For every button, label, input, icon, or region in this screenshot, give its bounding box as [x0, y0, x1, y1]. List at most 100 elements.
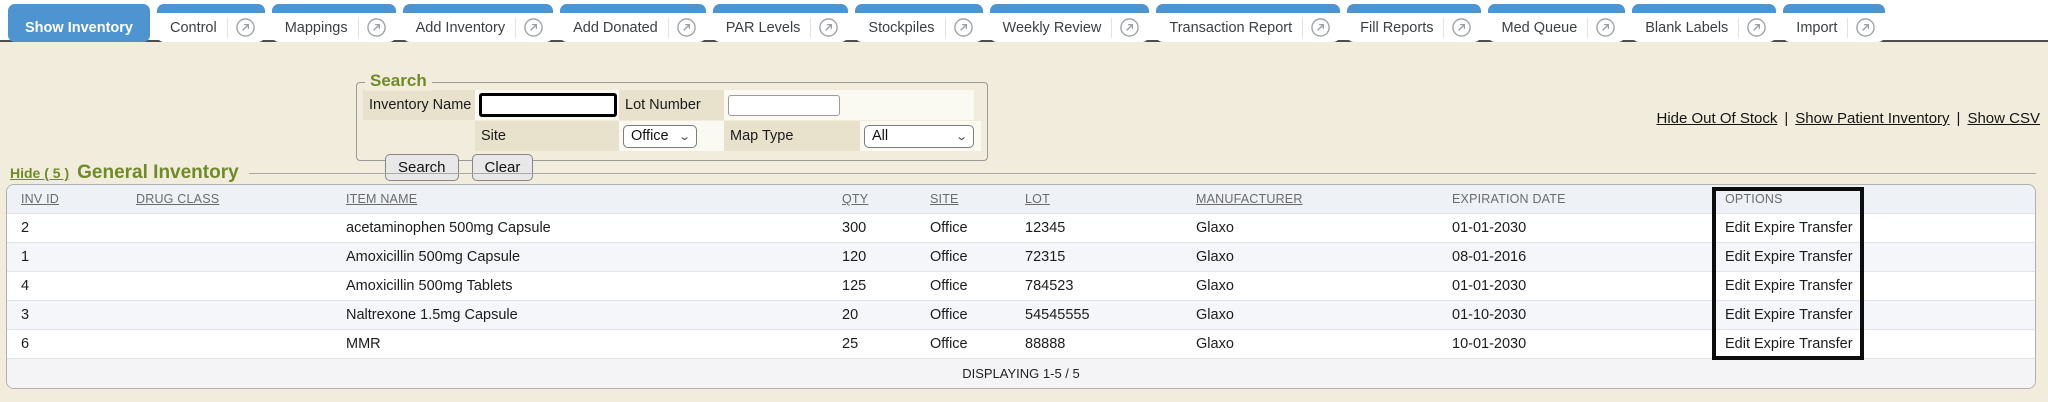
cell-options: EditExpireTransfer	[1711, 329, 1867, 358]
cell-filler	[1867, 242, 2035, 271]
tab-show-inventory[interactable]: Show Inventory	[8, 4, 150, 42]
cell-filler	[1867, 271, 2035, 300]
tab-stockpiles[interactable]: Stockpiles	[855, 4, 982, 42]
edit-link[interactable]: Edit	[1725, 307, 1750, 323]
site-select[interactable]: Office ⌄	[623, 125, 697, 148]
tab-label: Add Donated	[569, 20, 662, 36]
open-new-window-icon[interactable]	[1310, 17, 1331, 38]
tab-control[interactable]: Control	[157, 4, 265, 42]
site-selected-value: Office	[631, 128, 669, 144]
cell-filler	[1867, 213, 2035, 242]
col-qty[interactable]: QTY	[828, 185, 916, 213]
tab-transaction-report[interactable]: Transaction Report	[1156, 4, 1340, 42]
cell-manufacturer: Glaxo	[1182, 213, 1438, 242]
open-new-window-icon[interactable]	[523, 17, 544, 38]
tab-divider	[1847, 18, 1848, 38]
cell-drug-class	[122, 329, 332, 358]
open-new-window-icon[interactable]	[366, 17, 387, 38]
expire-link[interactable]: Expire	[1754, 249, 1795, 265]
general-inventory-section: Hide ( 5 ) General Inventory INV ID DRUG…	[6, 162, 2036, 389]
col-drug-class[interactable]: DRUG CLASS	[122, 185, 332, 213]
show-csv-link[interactable]: Show CSV	[1967, 110, 2040, 127]
cell-lot: 12345	[1011, 213, 1182, 242]
edit-link[interactable]: Edit	[1725, 336, 1750, 352]
transfer-link[interactable]: Transfer	[1799, 278, 1852, 294]
open-new-window-icon[interactable]	[818, 17, 839, 38]
table-row: 3 Naltrexone 1.5mg Capsule 20 Office 545…	[7, 300, 2035, 329]
expire-link[interactable]: Expire	[1754, 307, 1795, 323]
page-content: Search Inventory Name Lot Number Site Of…	[0, 42, 2048, 402]
col-inv-id[interactable]: INV ID	[7, 185, 122, 213]
open-new-window-icon[interactable]	[953, 17, 974, 38]
tab-label: Fill Reports	[1356, 20, 1437, 36]
transfer-link[interactable]: Transfer	[1799, 307, 1852, 323]
tab-divider	[358, 18, 359, 38]
tab-top-accent	[990, 4, 1150, 13]
expire-link[interactable]: Expire	[1754, 220, 1795, 236]
show-patient-inventory-link[interactable]: Show Patient Inventory	[1795, 110, 1949, 127]
tab-fill-reports[interactable]: Fill Reports	[1347, 4, 1481, 42]
lot-number-input[interactable]	[728, 95, 840, 116]
tab-par-levels[interactable]: PAR Levels	[713, 4, 849, 42]
cell-drug-class	[122, 271, 332, 300]
edit-link[interactable]: Edit	[1725, 249, 1750, 265]
tab-top-accent	[1783, 4, 1885, 13]
open-new-window-icon[interactable]	[235, 17, 256, 38]
open-new-window-icon[interactable]	[1451, 17, 1472, 38]
inventory-name-label: Inventory Name	[363, 90, 475, 120]
col-lot[interactable]: LOT	[1011, 185, 1182, 213]
edit-link[interactable]: Edit	[1725, 278, 1750, 294]
tab-label: Show Inventory	[17, 20, 141, 36]
tab-label: Import	[1792, 20, 1841, 36]
tab-add-inventory[interactable]: Add Inventory	[403, 4, 553, 42]
expire-link[interactable]: Expire	[1754, 278, 1795, 294]
open-new-window-icon[interactable]	[1746, 17, 1767, 38]
tab-divider	[1302, 18, 1303, 38]
cell-expiration: 01-01-2030	[1438, 213, 1711, 242]
tab-weekly-review[interactable]: Weekly Review	[990, 4, 1150, 42]
tab-divider	[515, 18, 516, 38]
open-new-window-icon[interactable]	[1855, 17, 1876, 38]
col-item-name[interactable]: ITEM NAME	[332, 185, 828, 213]
tab-import[interactable]: Import	[1783, 4, 1885, 42]
tab-top-accent	[560, 4, 706, 13]
open-new-window-icon[interactable]	[1119, 17, 1140, 38]
cell-options: EditExpireTransfer	[1711, 213, 1867, 242]
tab-divider	[1738, 18, 1739, 38]
tab-med-queue[interactable]: Med Queue	[1488, 4, 1625, 42]
cell-options: EditExpireTransfer	[1711, 271, 1867, 300]
tab-top-accent	[403, 4, 553, 13]
tab-label: Blank Labels	[1641, 20, 1732, 36]
open-new-window-icon[interactable]	[1595, 17, 1616, 38]
expire-link[interactable]: Expire	[1754, 336, 1795, 352]
col-site[interactable]: SITE	[916, 185, 1011, 213]
cell-site: Office	[916, 242, 1011, 271]
tab-divider	[1111, 18, 1112, 38]
cell-inv-id: 3	[7, 300, 122, 329]
tab-add-donated[interactable]: Add Donated	[560, 4, 706, 42]
edit-link[interactable]: Edit	[1725, 220, 1750, 236]
open-new-window-icon[interactable]	[676, 17, 697, 38]
inventory-name-input[interactable]	[479, 93, 617, 117]
search-panel: Search Inventory Name Lot Number Site Of…	[356, 82, 988, 161]
site-label: Site	[475, 121, 619, 151]
tab-label: Mappings	[281, 20, 352, 36]
cell-site: Office	[916, 300, 1011, 329]
map-type-select[interactable]: All ⌄	[864, 125, 974, 148]
tab-divider	[1443, 18, 1444, 38]
tab-mappings[interactable]: Mappings	[272, 4, 396, 42]
transfer-link[interactable]: Transfer	[1799, 249, 1852, 265]
cell-manufacturer: Glaxo	[1182, 329, 1438, 358]
col-manufacturer[interactable]: MANUFACTURER	[1182, 185, 1438, 213]
tab-top-accent	[713, 4, 849, 13]
hide-section-link[interactable]: Hide ( 5 )	[10, 165, 69, 181]
paging-status: DISPLAYING 1-5 / 5	[7, 358, 2035, 388]
col-options: OPTIONS	[1711, 185, 1867, 213]
cell-site: Office	[916, 271, 1011, 300]
tab-blank-labels[interactable]: Blank Labels	[1632, 4, 1776, 42]
transfer-link[interactable]: Transfer	[1799, 220, 1852, 236]
transfer-link[interactable]: Transfer	[1799, 336, 1852, 352]
cell-item-name: Amoxicillin 500mg Tablets	[332, 271, 828, 300]
hide-out-of-stock-link[interactable]: Hide Out Of Stock	[1656, 110, 1777, 127]
section-title: General Inventory	[77, 162, 239, 184]
